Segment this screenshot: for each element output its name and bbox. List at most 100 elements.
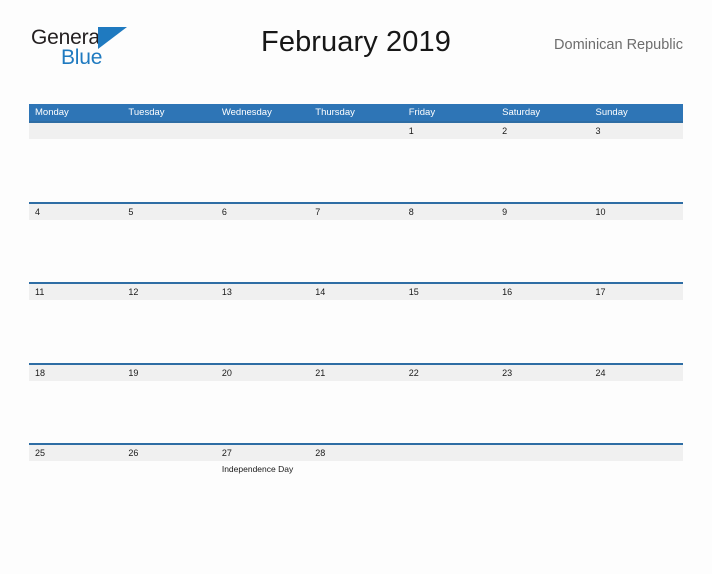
day-cell[interactable] xyxy=(309,123,402,139)
event-cell[interactable] xyxy=(29,139,122,142)
weekday-monday: Monday xyxy=(35,107,69,118)
day-cell[interactable]: 12 xyxy=(122,284,215,300)
day-cell[interactable]: 3 xyxy=(590,123,683,139)
weekday-thursday: Thursday xyxy=(315,107,355,118)
day-number: 19 xyxy=(128,367,139,378)
day-cell[interactable] xyxy=(590,445,683,461)
event-cell[interactable]: Independence Day xyxy=(216,461,309,475)
event-cell[interactable] xyxy=(309,220,402,223)
event-cell[interactable] xyxy=(403,300,496,303)
event-cell[interactable] xyxy=(496,139,589,142)
event-cell[interactable] xyxy=(403,139,496,142)
day-number: 15 xyxy=(408,287,419,297)
day-cell[interactable]: 10 xyxy=(590,204,683,220)
day-cell[interactable]: 21 xyxy=(309,365,402,381)
day-cell[interactable]: 23 xyxy=(496,365,589,381)
day-cell[interactable]: 5 xyxy=(122,204,215,220)
event-cell[interactable] xyxy=(496,381,589,384)
day-cell[interactable] xyxy=(216,123,309,139)
event-cell[interactable] xyxy=(216,139,309,142)
day-number: 9 xyxy=(502,206,508,217)
weekday-header-row: Monday Tuesday Wednesday Thursday Friday… xyxy=(29,104,683,121)
day-cell[interactable]: 20 xyxy=(216,365,309,381)
day-number: 5 xyxy=(128,206,134,217)
day-cell[interactable]: 11 xyxy=(29,284,122,300)
event-cell[interactable] xyxy=(309,300,402,303)
day-cell[interactable]: 19 xyxy=(122,365,215,381)
event-cell[interactable] xyxy=(590,139,683,142)
week-date-band: 1 2 3 xyxy=(29,123,683,139)
day-cell[interactable] xyxy=(122,123,215,139)
day-cell[interactable] xyxy=(496,445,589,461)
day-cell[interactable]: 17 xyxy=(590,284,683,300)
day-cell[interactable]: 18 xyxy=(29,365,122,381)
event-cell[interactable] xyxy=(590,300,683,303)
day-cell[interactable]: 25 xyxy=(29,445,122,461)
event-cell[interactable] xyxy=(496,461,589,475)
day-number: 27 xyxy=(221,448,232,458)
day-number: 22 xyxy=(408,367,419,378)
day-number: 10 xyxy=(595,206,606,217)
day-cell[interactable]: 2 xyxy=(496,123,589,139)
day-cell[interactable]: 6 xyxy=(216,204,309,220)
day-number: 20 xyxy=(221,367,232,378)
week-date-band: 4 5 6 7 8 9 10 xyxy=(29,203,683,220)
event-cell[interactable] xyxy=(590,381,683,384)
week-event-layer xyxy=(29,220,683,223)
event-cell[interactable] xyxy=(309,139,402,142)
day-cell[interactable]: 28 xyxy=(309,445,402,461)
event-cell[interactable] xyxy=(496,300,589,303)
day-cell[interactable]: 16 xyxy=(496,284,589,300)
event-cell[interactable] xyxy=(403,461,496,475)
event-cell[interactable] xyxy=(216,300,309,303)
event-cell[interactable] xyxy=(590,220,683,223)
day-number: 12 xyxy=(128,287,139,297)
event-cell[interactable] xyxy=(122,381,215,384)
event-cell[interactable] xyxy=(309,461,402,475)
calendar-page: General Blue February 2019 Dominican Rep… xyxy=(0,24,712,574)
day-number: 25 xyxy=(35,448,46,458)
country-label: Dominican Republic xyxy=(554,37,683,53)
day-cell[interactable]: 8 xyxy=(403,204,496,220)
event-cell[interactable] xyxy=(216,220,309,223)
event-cell[interactable] xyxy=(122,300,215,303)
calendar-grid: Monday Tuesday Wednesday Thursday Friday… xyxy=(29,104,683,485)
week-row: 1 2 3 xyxy=(29,121,683,202)
week-date-band: 18 19 20 21 22 23 24 xyxy=(29,364,683,381)
event-cell[interactable] xyxy=(29,300,122,303)
day-cell[interactable]: 9 xyxy=(496,204,589,220)
day-cell[interactable]: 27 xyxy=(216,445,309,461)
day-cell[interactable]: 24 xyxy=(590,365,683,381)
day-cell[interactable]: 7 xyxy=(309,204,402,220)
day-cell[interactable]: 13 xyxy=(216,284,309,300)
event-cell[interactable] xyxy=(403,381,496,384)
day-number: 18 xyxy=(35,367,46,378)
day-cell[interactable] xyxy=(29,123,122,139)
weekday-friday: Friday xyxy=(408,107,436,118)
event-cell[interactable] xyxy=(216,381,309,384)
event-cell[interactable] xyxy=(590,461,683,475)
day-cell[interactable]: 26 xyxy=(122,445,215,461)
event-cell[interactable] xyxy=(122,139,215,142)
day-cell[interactable]: 4 xyxy=(29,204,122,220)
day-number: 24 xyxy=(595,367,606,378)
event-cell[interactable] xyxy=(29,461,122,475)
week-date-band: 11 12 13 14 15 16 17 xyxy=(29,284,683,300)
event-cell[interactable] xyxy=(496,220,589,223)
event-cell[interactable] xyxy=(29,381,122,384)
event-cell[interactable] xyxy=(309,381,402,384)
event-cell[interactable] xyxy=(403,220,496,223)
day-cell[interactable] xyxy=(403,445,496,461)
holiday-label: Independence Day xyxy=(221,464,294,474)
event-cell[interactable] xyxy=(122,461,215,475)
event-cell[interactable] xyxy=(29,220,122,223)
day-cell[interactable]: 1 xyxy=(403,123,496,139)
day-cell[interactable]: 22 xyxy=(403,365,496,381)
day-number: 6 xyxy=(221,206,227,217)
day-number: 14 xyxy=(315,287,326,297)
event-cell[interactable] xyxy=(122,220,215,223)
day-number: 7 xyxy=(315,206,321,217)
day-cell[interactable]: 15 xyxy=(403,284,496,300)
day-cell[interactable]: 14 xyxy=(309,284,402,300)
day-number: 28 xyxy=(315,448,326,458)
